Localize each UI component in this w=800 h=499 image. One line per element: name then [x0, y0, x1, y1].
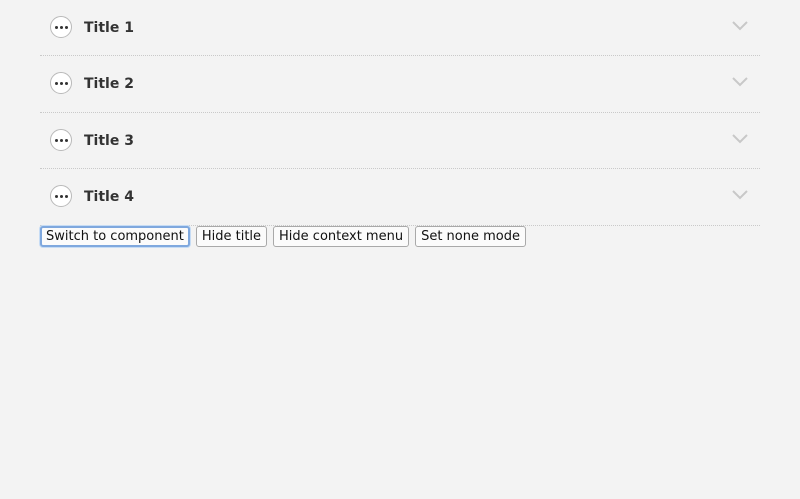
hide-title-button[interactable]: Hide title: [195, 226, 268, 247]
more-horizontal-icon: [54, 138, 68, 142]
accordion-item-title: Title 2: [84, 76, 134, 92]
accordion-item[interactable]: Title 3: [40, 113, 760, 169]
control-buttons: Switch to component Hide title Hide cont…: [40, 226, 526, 247]
context-menu-button[interactable]: [50, 72, 72, 94]
accordion: Title 1 Title 2 Title 3 Title 4: [40, 0, 760, 226]
accordion-item[interactable]: Title 4: [40, 169, 760, 226]
chevron-down-icon[interactable]: [732, 134, 748, 144]
set-none-mode-button[interactable]: Set none mode: [415, 226, 526, 247]
accordion-item-title: Title 1: [84, 20, 134, 36]
context-menu-button[interactable]: [50, 16, 72, 38]
more-horizontal-icon: [54, 81, 68, 85]
hide-context-menu-button[interactable]: Hide context menu: [273, 226, 410, 247]
chevron-down-icon[interactable]: [732, 21, 748, 31]
more-horizontal-icon: [54, 194, 68, 198]
accordion-item-title: Title 3: [84, 133, 134, 149]
accordion-item[interactable]: Title 1: [40, 0, 760, 56]
context-menu-button[interactable]: [50, 129, 72, 151]
more-horizontal-icon: [54, 25, 68, 29]
chevron-down-icon[interactable]: [732, 77, 748, 87]
accordion-item[interactable]: Title 2: [40, 56, 760, 113]
chevron-down-icon[interactable]: [732, 190, 748, 200]
accordion-item-title: Title 4: [84, 189, 134, 205]
context-menu-button[interactable]: [50, 185, 72, 207]
switch-to-component-button[interactable]: Switch to component: [40, 226, 190, 247]
